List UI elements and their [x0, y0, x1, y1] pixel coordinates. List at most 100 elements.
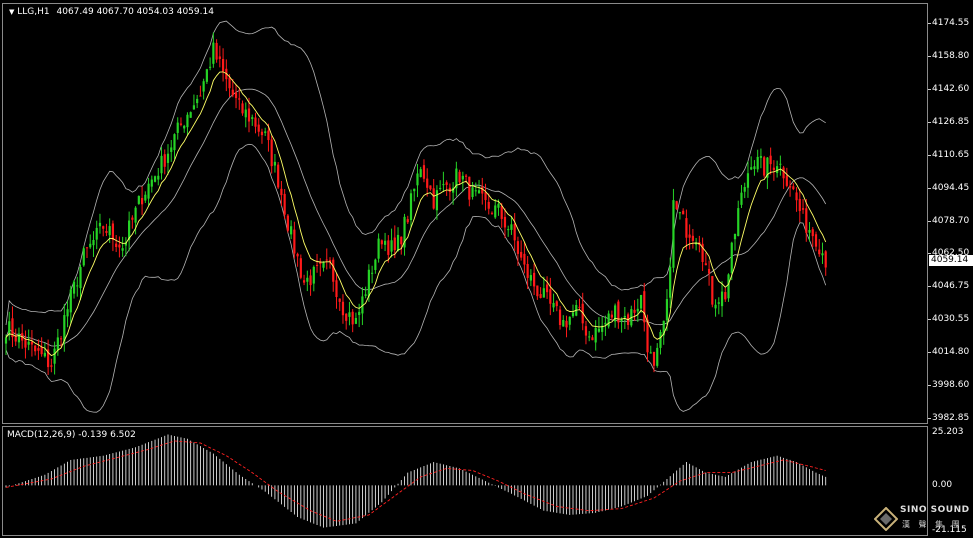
candle-body: [426, 178, 429, 188]
candle-body: [358, 311, 361, 316]
candle-body: [257, 124, 260, 132]
candle-body: [53, 348, 56, 364]
candle-body: [218, 56, 221, 59]
candle-body: [234, 92, 238, 99]
candle-body: [458, 171, 461, 183]
candle-body: [788, 185, 792, 188]
candle-body: [779, 163, 782, 165]
macd-panel[interactable]: MACD(12,26,9) -0.139 6.502: [2, 426, 928, 536]
candle-body: [513, 223, 516, 241]
candle-body: [267, 130, 270, 141]
price-tick-mark: [928, 418, 931, 419]
candle-body: [98, 222, 102, 227]
candle-body: [390, 240, 393, 252]
candle-body: [477, 190, 481, 194]
candle-body: [639, 294, 643, 309]
candle-body: [704, 263, 707, 266]
candle-body: [270, 139, 273, 167]
candle-body: [170, 147, 173, 152]
candle-body: [66, 309, 69, 317]
candle-body: [824, 251, 827, 268]
candle-body: [345, 313, 348, 321]
macd-tick-label: 0.00: [932, 480, 953, 491]
candle-body: [714, 304, 717, 309]
candle-body: [150, 179, 153, 187]
candle-body: [464, 175, 468, 177]
candle-body: [685, 218, 688, 238]
candle-body: [549, 289, 552, 304]
bollinger-lower-line: [5, 143, 827, 413]
price-axis: 4174.55 4158.80 4142.60 4126.85 4110.65 4094.…: [928, 3, 973, 424]
candle-body: [552, 302, 555, 308]
price-tick-mark: [928, 352, 931, 354]
candle-body: [510, 224, 513, 230]
price-tick-mark: [928, 23, 931, 24]
candle-body: [652, 351, 656, 366]
candle-body: [805, 208, 808, 233]
price-tick-label: 4174.55: [932, 18, 970, 28]
price-chart-panel[interactable]: ▼ LLG,H1 4067.49 4067.70 4054.03 4059.14: [2, 3, 928, 424]
candle-body: [688, 234, 691, 238]
candle-body: [740, 192, 743, 205]
candle-body: [523, 253, 526, 265]
candle-body: [309, 275, 312, 286]
bollinger-upper-line: [5, 20, 826, 326]
candle-body: [500, 205, 503, 219]
candle-body: [338, 298, 341, 302]
candle-body: [487, 201, 490, 209]
macd-label: MACD(12,26,9) -0.139 6.502: [7, 430, 136, 440]
candle-body: [383, 240, 387, 245]
candle-body: [166, 153, 170, 163]
candle-body: [717, 302, 720, 304]
price-tick-label: 4094.45: [932, 182, 970, 193]
candle-body: [283, 193, 286, 215]
candle-body: [27, 341, 30, 345]
price-tick-mark: [928, 187, 931, 189]
candle-body: [461, 175, 464, 180]
candle-body: [520, 251, 523, 258]
candle-body: [814, 234, 818, 247]
candle-body: [756, 156, 759, 170]
candle-body: [649, 352, 652, 354]
candle-body: [782, 167, 785, 179]
candle-body: [393, 237, 396, 251]
candle-body: [14, 335, 17, 342]
candle-body: [591, 337, 594, 341]
candle-body: [380, 240, 383, 245]
candle-body: [792, 186, 795, 190]
candle-body: [296, 253, 299, 257]
logo-diamond-icon: [874, 507, 898, 531]
candle-body: [63, 315, 66, 342]
candle-body: [121, 248, 124, 251]
candle-body: [209, 66, 212, 68]
candle-body: [821, 253, 824, 256]
candle-body: [724, 292, 727, 300]
candle-body: [241, 103, 244, 114]
price-tick-mark: [928, 319, 931, 321]
candle-body: [578, 306, 581, 308]
candle-body: [643, 291, 646, 323]
candle-body: [40, 347, 43, 355]
candle-body: [542, 288, 545, 298]
chart-header: ▼ LLG,H1 4067.49 4067.70 4054.03 4059.14: [9, 6, 214, 18]
candle-body: [24, 339, 27, 348]
candle-body: [131, 217, 134, 220]
candle-body: [371, 272, 374, 274]
price-tick-label: 3982.85: [932, 413, 970, 423]
candle-body: [769, 155, 772, 165]
candle-body: [387, 240, 390, 255]
candle-body: [429, 185, 432, 190]
candle-body: [377, 238, 380, 259]
candle-body: [691, 235, 694, 241]
candle-body: [354, 317, 358, 324]
logo-subtitle: 漢 聲 集 團: [902, 520, 963, 529]
collapse-triangle-icon[interactable]: ▼: [9, 8, 14, 16]
candle-body: [565, 320, 568, 328]
candle-body: [37, 348, 40, 351]
candle-body: [584, 326, 588, 336]
candle-body: [588, 336, 591, 338]
price-tick-mark: [928, 220, 931, 222]
candle-body: [247, 108, 251, 122]
price-tick-mark: [928, 55, 931, 57]
candle-body: [221, 58, 225, 72]
